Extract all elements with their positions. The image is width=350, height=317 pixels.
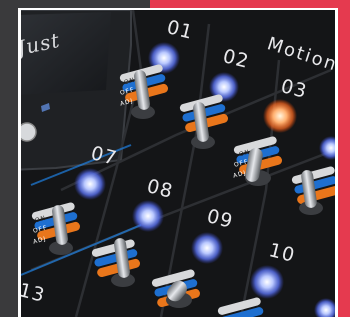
- control-panel-photo: Just Motion 01 02 03 07 08 09 10 13 ON O…: [21, 10, 335, 317]
- led-08: [132, 200, 164, 232]
- led-03: [263, 99, 297, 133]
- led-07: [74, 168, 106, 200]
- screenshot: Just Motion 01 02 03 07 08 09 10 13 ON O…: [0, 0, 350, 317]
- led-10: [250, 265, 284, 299]
- led-09: [191, 232, 223, 264]
